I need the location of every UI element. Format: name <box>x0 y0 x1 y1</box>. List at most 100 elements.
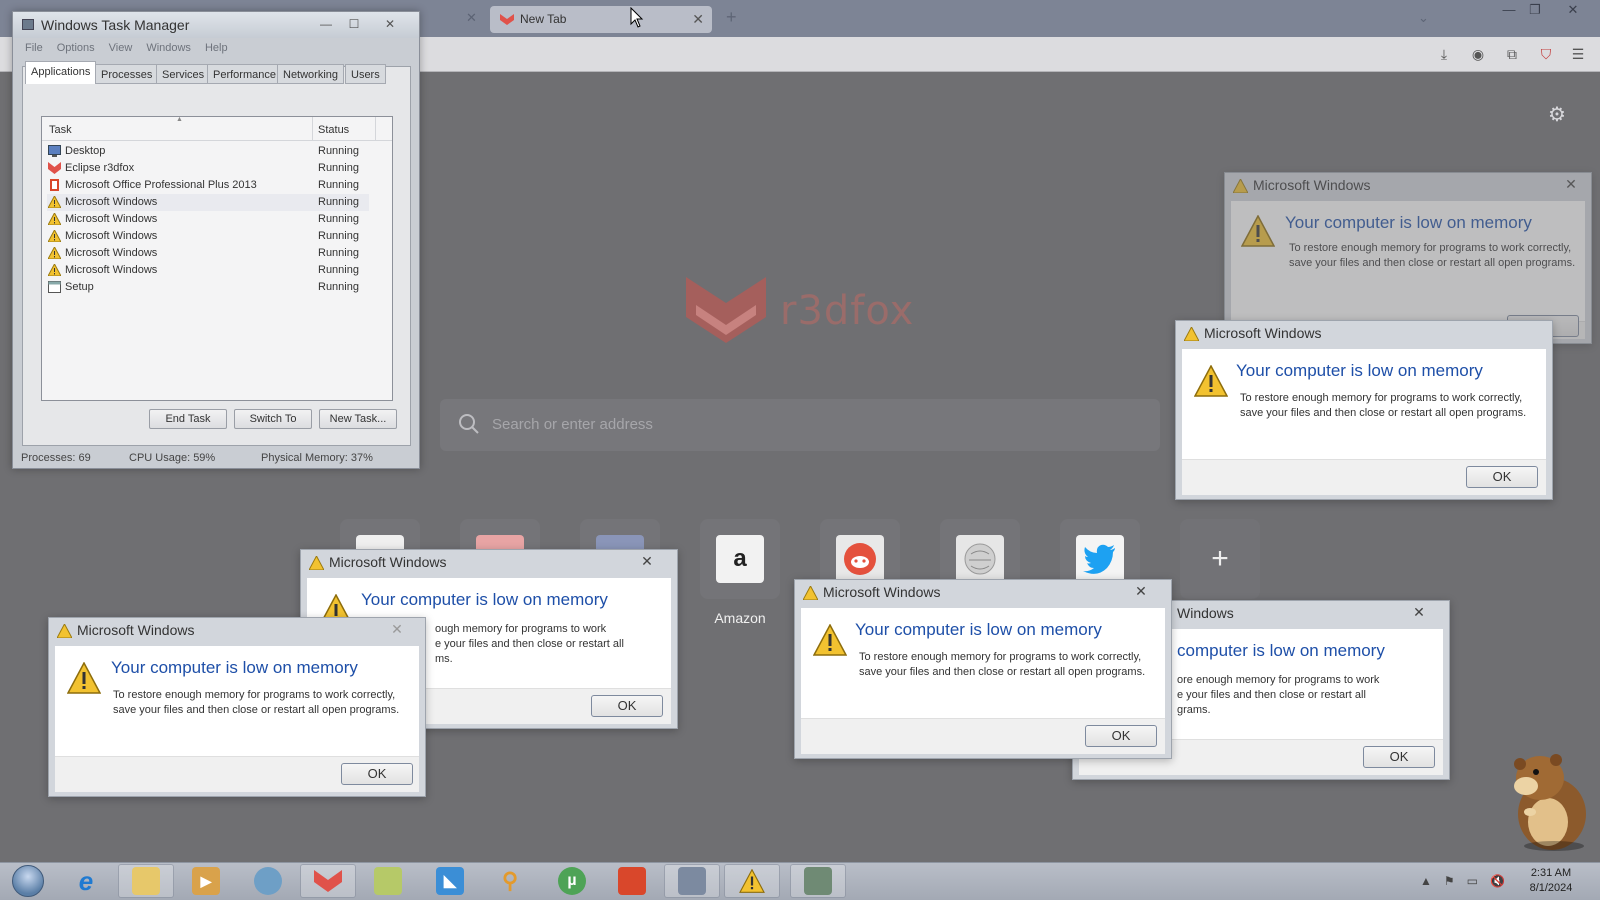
taskbar-chart-app[interactable] <box>360 864 416 898</box>
wikipedia-icon <box>956 535 1004 583</box>
ok-button[interactable]: OK <box>591 695 663 717</box>
menu-windows[interactable]: Windows <box>146 42 191 60</box>
taskbar-warning-dialogs[interactable] <box>724 864 780 898</box>
task-name: Microsoft Windows <box>65 264 158 276</box>
close-icon[interactable]: ✕ <box>383 620 411 638</box>
menu-options[interactable]: Options <box>57 42 95 60</box>
menu-icon[interactable]: ☰ <box>1568 44 1588 64</box>
clock[interactable]: 2:31 AM 8/1/2024 <box>1518 866 1584 896</box>
close-icon[interactable]: ✕ <box>1127 582 1155 600</box>
column-status[interactable]: Status <box>318 124 349 136</box>
task-name: Eclipse r3dfox <box>65 162 135 174</box>
shield-icon[interactable]: ⛉ <box>1536 44 1556 64</box>
menu-view[interactable]: View <box>109 42 133 60</box>
taskbar-setup[interactable] <box>664 864 720 898</box>
low-memory-dialog: Microsoft Windows Your computer is low o… <box>1175 320 1553 500</box>
tab-applications[interactable]: Applications <box>25 61 97 84</box>
tab-services[interactable]: Services <box>156 64 211 84</box>
globe-icon <box>254 867 282 895</box>
switch-to-button[interactable]: Switch To <box>234 409 312 429</box>
tab-new-tab[interactable]: New Tab ✕ <box>490 6 712 33</box>
task-row[interactable]: Microsoft Windows Running <box>47 211 369 228</box>
dialog-title: Microsoft Windows <box>1253 177 1371 193</box>
low-memory-dialog: Microsoft Windows ✕ Your computer is low… <box>1224 172 1592 344</box>
maximize-button[interactable]: ☐ <box>341 15 367 33</box>
task-row[interactable]: Microsoft Windows Running <box>47 245 369 262</box>
end-task-button[interactable]: End Task <box>149 409 227 429</box>
dialog-content: Your computer is low on memory To restor… <box>801 608 1165 718</box>
network-icon[interactable]: ▭ <box>1467 874 1478 888</box>
menu-help[interactable]: Help <box>205 42 228 60</box>
task-row[interactable]: Setup Running <box>47 279 369 296</box>
taskbar-globe-app[interactable] <box>240 864 296 898</box>
taskbar-office[interactable] <box>604 864 660 898</box>
r3dfox-icon <box>48 162 61 174</box>
close-icon[interactable]: ✕ <box>1405 603 1433 621</box>
taskbar-task-manager[interactable] <box>790 864 846 898</box>
ok-button[interactable]: OK <box>1466 466 1538 488</box>
column-task[interactable]: Task <box>49 124 72 136</box>
tab-users[interactable]: Users <box>345 64 386 84</box>
taskbar-search-app[interactable]: ⚲ <box>482 864 538 898</box>
tab-close-icon[interactable]: ✕ <box>466 10 477 26</box>
shortcut-amazon[interactable]: a <box>700 519 780 599</box>
taskbar-vscode[interactable]: ◣ <box>422 864 478 898</box>
system-tray: ▲ ⚑ ▭ 🔇 <box>1420 868 1505 894</box>
task-row[interactable]: Desktop Running <box>47 143 369 160</box>
task-status: Running <box>318 145 359 157</box>
restore-button[interactable]: ❐ <box>1520 2 1550 18</box>
task-row[interactable]: Eclipse r3dfox Running <box>47 160 369 177</box>
minimize-button[interactable]: — <box>313 15 339 33</box>
account-icon[interactable]: ◉ <box>1468 44 1488 64</box>
mouse-cursor <box>630 7 644 28</box>
task-manager-icon <box>22 19 34 30</box>
tab-close-icon[interactable]: ✕ <box>692 6 704 33</box>
task-manager-titlebar[interactable]: Windows Task Manager — ☐ ✕ <box>13 12 419 38</box>
taskbar-media-player[interactable]: ▶ <box>178 864 234 898</box>
close-window-button[interactable]: ✕ <box>1558 2 1588 18</box>
close-icon[interactable]: ✕ <box>1557 175 1585 193</box>
dialog-body-line: grams. <box>1177 704 1211 716</box>
clock-time: 2:31 AM <box>1530 867 1572 879</box>
ok-button[interactable]: OK <box>1363 746 1435 768</box>
task-name: Microsoft Windows <box>65 230 158 242</box>
taskbar-r3dfox[interactable] <box>300 864 356 898</box>
add-shortcut-button[interactable]: + <box>1180 519 1260 599</box>
tab-list-chevron-icon[interactable]: ⌄ <box>1418 10 1429 26</box>
dialog-heading: Your computer is low on memory <box>855 620 1102 639</box>
tab-title: New Tab <box>520 12 567 26</box>
task-manager-window: Windows Task Manager — ☐ ✕ File Options … <box>12 11 420 469</box>
extensions-icon[interactable]: ⧉ <box>1502 44 1522 64</box>
close-button[interactable]: ✕ <box>377 15 403 33</box>
new-task-button[interactable]: New Task... <box>319 409 397 429</box>
ok-button[interactable]: OK <box>341 763 413 785</box>
gear-icon[interactable]: ⚙ <box>1548 102 1566 127</box>
tab-processes[interactable]: Processes <box>95 64 159 84</box>
tab-performance[interactable]: Performance <box>207 64 282 84</box>
task-row[interactable]: Microsoft Office Professional Plus 2013 … <box>47 177 369 194</box>
tab-networking[interactable]: Networking <box>277 64 345 84</box>
logo-wordmark: r3dfox <box>780 288 915 334</box>
reddit-icon <box>836 535 884 583</box>
close-icon[interactable]: ✕ <box>633 552 661 570</box>
task-row[interactable]: Microsoft Windows Running <box>47 262 369 279</box>
volume-muted-icon[interactable]: 🔇 <box>1490 874 1505 888</box>
new-tab-button[interactable]: + <box>726 7 737 28</box>
task-name: Setup <box>65 281 94 293</box>
taskbar-explorer[interactable] <box>118 864 174 898</box>
task-status: Running <box>318 264 359 276</box>
task-row[interactable]: Microsoft Windows Running <box>47 194 369 211</box>
taskbar-utorrent[interactable]: µ <box>544 864 600 898</box>
dialog-heading: Your computer is low on memory <box>111 658 358 677</box>
flag-icon[interactable]: ⚑ <box>1444 874 1455 888</box>
start-button[interactable] <box>6 862 50 900</box>
dialog-title: Microsoft Windows <box>77 622 195 638</box>
menu-file[interactable]: File <box>25 42 43 60</box>
show-hidden-icons-icon[interactable]: ▲ <box>1420 874 1432 888</box>
search-input[interactable]: Search or enter address <box>440 399 1160 451</box>
ok-button[interactable]: OK <box>1085 725 1157 747</box>
download-icon[interactable]: ⤓ <box>1434 44 1454 64</box>
task-row[interactable]: Microsoft Windows Running <box>47 228 369 245</box>
taskbar-internet-explorer[interactable]: e <box>58 864 114 898</box>
warning-icon <box>1184 327 1199 341</box>
